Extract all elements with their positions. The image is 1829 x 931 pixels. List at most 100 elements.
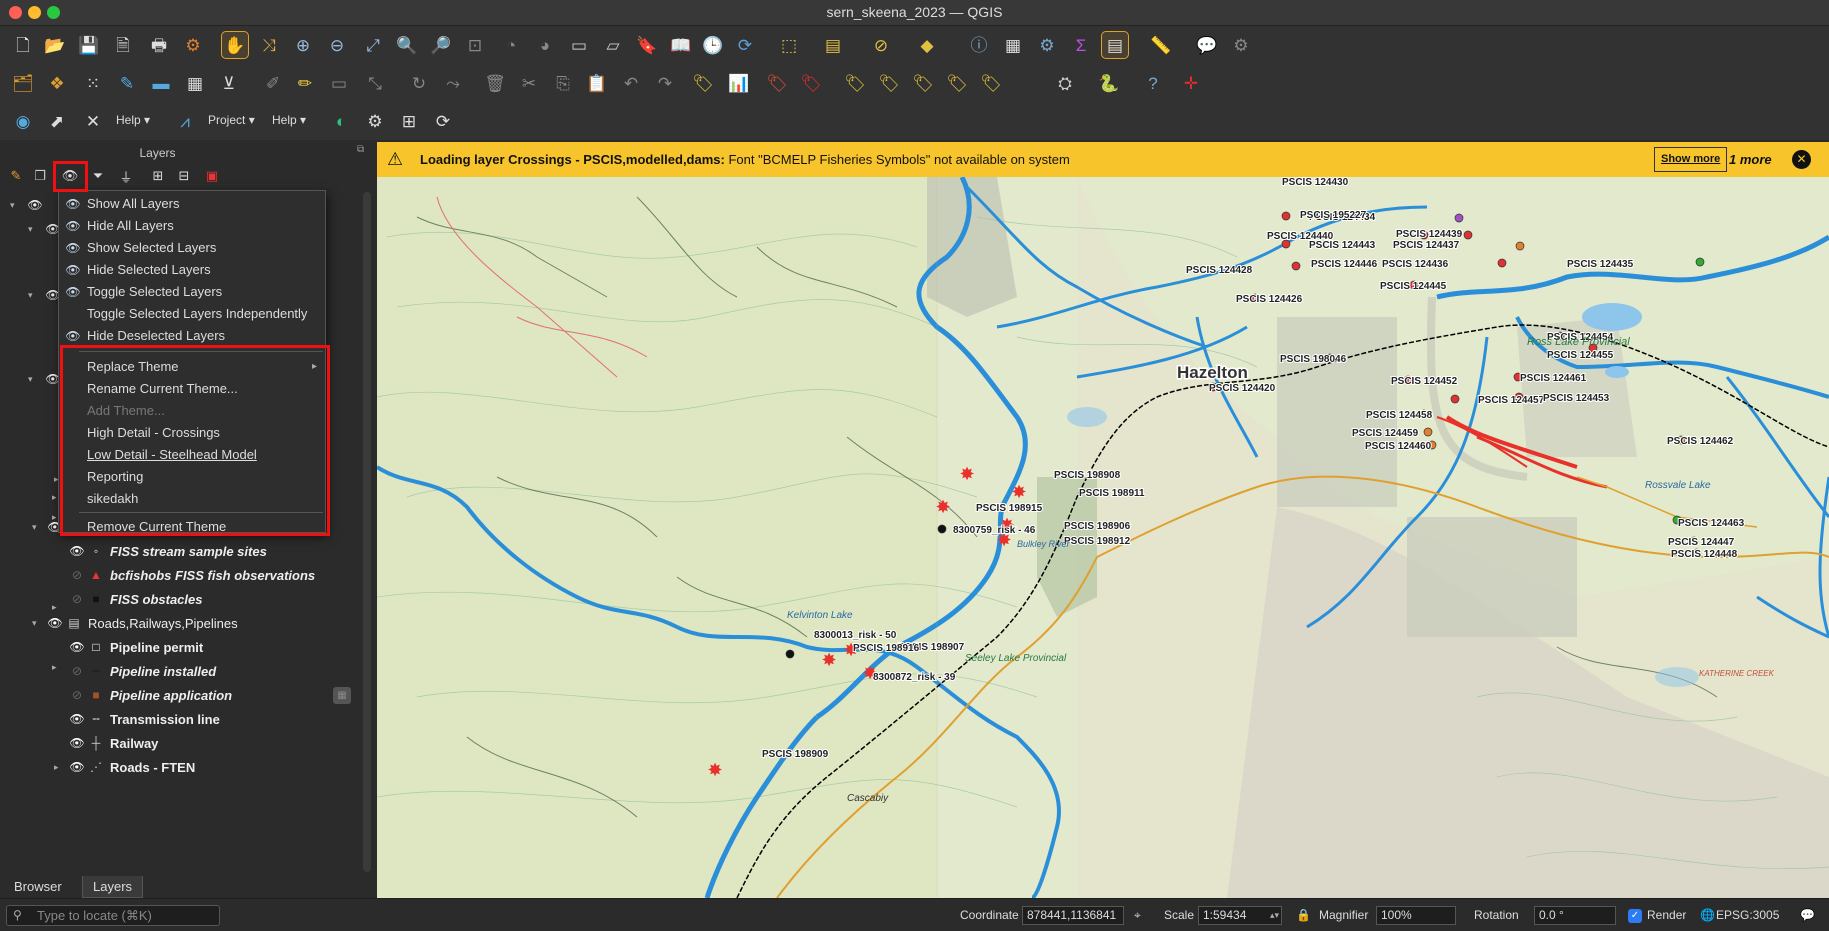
help-menu-1[interactable]: Help ▾	[116, 107, 150, 133]
collapse-all-icon[interactable]: ⊟	[174, 166, 194, 186]
crossing-point-marker[interactable]	[785, 649, 795, 659]
float-panel-icon[interactable]: ⧉	[357, 144, 364, 155]
save-as-icon[interactable]: 🗎	[110, 32, 136, 58]
visibility-eye-icon[interactable]: 👁	[68, 708, 86, 731]
qgis-cloud-icon[interactable]: ◉	[10, 108, 36, 134]
locator-input[interactable]: Type to locate (⌘K)	[37, 908, 152, 924]
collapse-arrow-icon[interactable]: ▾	[28, 368, 33, 391]
collapse-arrow-icon[interactable]: ▾	[28, 284, 33, 307]
crossing-point-marker[interactable]	[1463, 230, 1473, 240]
crossing-point-marker[interactable]	[1281, 211, 1291, 221]
crossing-point-marker[interactable]	[1423, 427, 1433, 437]
zoom-to-layer-icon[interactable]: 🔎	[428, 32, 454, 58]
rotate-icon[interactable]: ↻	[406, 70, 432, 96]
expand-arrow-icon[interactable]: ▸	[54, 756, 59, 779]
select-features-icon[interactable]: ⬚	[776, 32, 802, 58]
zoom-last-icon[interactable]: ◔	[498, 32, 524, 58]
show-bookmarks-icon[interactable]: 📖	[668, 32, 694, 58]
crossing-point-marker[interactable]	[1515, 241, 1525, 251]
expand-all-icon[interactable]: ⊞	[148, 166, 168, 186]
rotation-field[interactable]: 0.0 °	[1534, 906, 1616, 925]
data-source-manager-icon[interactable]: 🗂	[10, 70, 36, 96]
close-message-icon[interactable]: ✕	[1792, 150, 1811, 169]
label-properties-icon[interactable]: 🏷	[978, 70, 1004, 96]
select-by-value-icon[interactable]: ▤	[820, 32, 846, 58]
filter-by-expression-icon[interactable]: ⏚	[116, 166, 136, 186]
layer-indicator-icon[interactable]: ▦	[333, 687, 351, 704]
layer-row[interactable]: ⊘ ┄ Pipeline installed	[0, 660, 360, 683]
menu-item-5[interactable]: Toggle Selected Layers Independently	[59, 303, 325, 325]
map-canvas[interactable]: ✸ ✸ ✸ ✸ ✸ ✸ ✸ ✸ ✸ PSCIS 124430 PSCIS 124434 PSCIS …	[377, 177, 1829, 898]
toolbox-icon[interactable]: ⚙	[1034, 32, 1060, 58]
layer-row[interactable]: 👁 ┼ Railway	[0, 732, 360, 755]
crossing-point-marker[interactable]	[1450, 394, 1460, 404]
pan-map-icon[interactable]: ✋	[221, 31, 249, 59]
zoom-next-icon[interactable]: ◕	[532, 32, 558, 58]
crossing-point-marker[interactable]	[1454, 213, 1464, 223]
paste-icon[interactable]: 📋	[584, 70, 610, 96]
hidden-eye-icon[interactable]: ⊘	[68, 564, 86, 587]
statistics-icon[interactable]: Σ	[1068, 32, 1094, 58]
layer-row[interactable]: 👁 ◦ FISS stream sample sites	[0, 540, 360, 563]
scale-dropdown-icon[interactable]: ▴▾	[1270, 907, 1279, 924]
menu-item-6[interactable]: 👁 Hide Deselected Layers	[59, 325, 325, 347]
crossing-star-marker[interactable]: ✸	[959, 464, 974, 484]
layer-row[interactable]: ▸ 👁 ⋰ Roads - FTEN	[0, 756, 360, 779]
zoom-full-icon[interactable]: ⤢	[360, 32, 386, 58]
remove-layer-icon[interactable]: ▣	[202, 166, 222, 186]
sync-icon[interactable]: ⟳	[430, 108, 456, 134]
measure-line-icon[interactable]: 📏	[1148, 32, 1174, 58]
save-edits-icon[interactable]: ▬	[148, 70, 174, 96]
new-spatial-bookmark-icon[interactable]: 🔖	[634, 32, 660, 58]
settings-gear-icon[interactable]: ⚙	[362, 108, 388, 134]
delete-selected-icon[interactable]: 🗑	[482, 70, 508, 96]
current-edits-icon[interactable]: ✎	[114, 70, 140, 96]
messages-icon[interactable]: 💬	[1800, 907, 1815, 924]
layer-group-row[interactable]: ▾ 👁 ▤ Roads,Railways,Pipelines	[0, 612, 360, 635]
show-hide-labels-icon[interactable]: 🏷	[842, 70, 868, 96]
open-project-icon[interactable]: 📂	[42, 32, 68, 58]
new-project-icon[interactable]: 🗋	[10, 32, 36, 58]
tab-browser[interactable]: Browser	[4, 876, 72, 898]
move-feature-icon[interactable]: ⤡	[362, 70, 388, 96]
label-toolbar-icon[interactable]: 🏷	[690, 70, 716, 96]
open-field-calculator-icon[interactable]: ▤	[1101, 31, 1129, 59]
hidden-eye-icon[interactable]: ⊘	[68, 660, 86, 683]
layer-row[interactable]: ⊘ ▲ bcfishobs FISS fish observations	[0, 564, 360, 587]
layer-row[interactable]: 👁 □ Pipeline permit	[0, 636, 360, 659]
hidden-eye-icon[interactable]: ⊘	[68, 588, 86, 611]
close-icon[interactable]: ✕	[80, 108, 106, 134]
lock-scale-icon[interactable]: 🔒	[1296, 907, 1311, 924]
menu-item-3[interactable]: 👁 Hide Selected Layers	[59, 259, 325, 281]
new-3d-view-icon[interactable]: ▱	[600, 32, 626, 58]
layer-diagram-icon[interactable]: 📊	[726, 70, 752, 96]
collapse-arrow-icon[interactable]: ▾	[32, 612, 37, 635]
help-menu-2[interactable]: Help ▾	[272, 107, 306, 133]
collapse-arrow-icon[interactable]: ▾	[28, 218, 33, 241]
collapse-arrow-icon[interactable]: ▾	[10, 194, 15, 217]
crossing-star-marker[interactable]: ✸	[935, 497, 950, 517]
deselect-all-icon[interactable]: ⊘	[868, 32, 894, 58]
render-checkbox[interactable]: ✓	[1628, 909, 1642, 923]
layer-row[interactable]: 👁 ╌ Transmission line	[0, 708, 360, 731]
rotate-label-icon[interactable]: 🏷	[910, 70, 936, 96]
crossing-star-marker[interactable]: ✸	[821, 650, 836, 670]
new-layer-icon[interactable]: ❖	[44, 70, 70, 96]
visibility-eye-icon[interactable]: 👁	[68, 756, 86, 779]
crossing-star-marker[interactable]: ✸	[1011, 482, 1026, 502]
python-console-icon[interactable]: 🐍	[1096, 70, 1122, 96]
crs-label[interactable]: EPSG:3005	[1716, 907, 1779, 924]
map-tips-icon[interactable]: 💬	[1194, 32, 1220, 58]
undo-icon[interactable]: ↶	[618, 70, 644, 96]
layer-row[interactable]: ⊘ ■ Pipeline application ▦	[0, 684, 360, 707]
vertex-tool-icon[interactable]: ⊻	[216, 70, 242, 96]
temporal-controller-icon[interactable]: 🕒	[700, 32, 726, 58]
visibility-eye-icon[interactable]: 👁	[68, 732, 86, 755]
zoom-to-selection-icon[interactable]: 🔍	[394, 32, 420, 58]
pan-to-selection-icon[interactable]: ⤨	[256, 32, 282, 58]
identify-features-icon[interactable]: ⓘ	[966, 32, 992, 58]
menu-item-2[interactable]: 👁 Show Selected Layers	[59, 237, 325, 259]
add-square-icon[interactable]: ⊞	[396, 108, 422, 134]
crossing-point-marker[interactable]	[1497, 258, 1507, 268]
crossing-point-marker[interactable]	[1291, 261, 1301, 271]
